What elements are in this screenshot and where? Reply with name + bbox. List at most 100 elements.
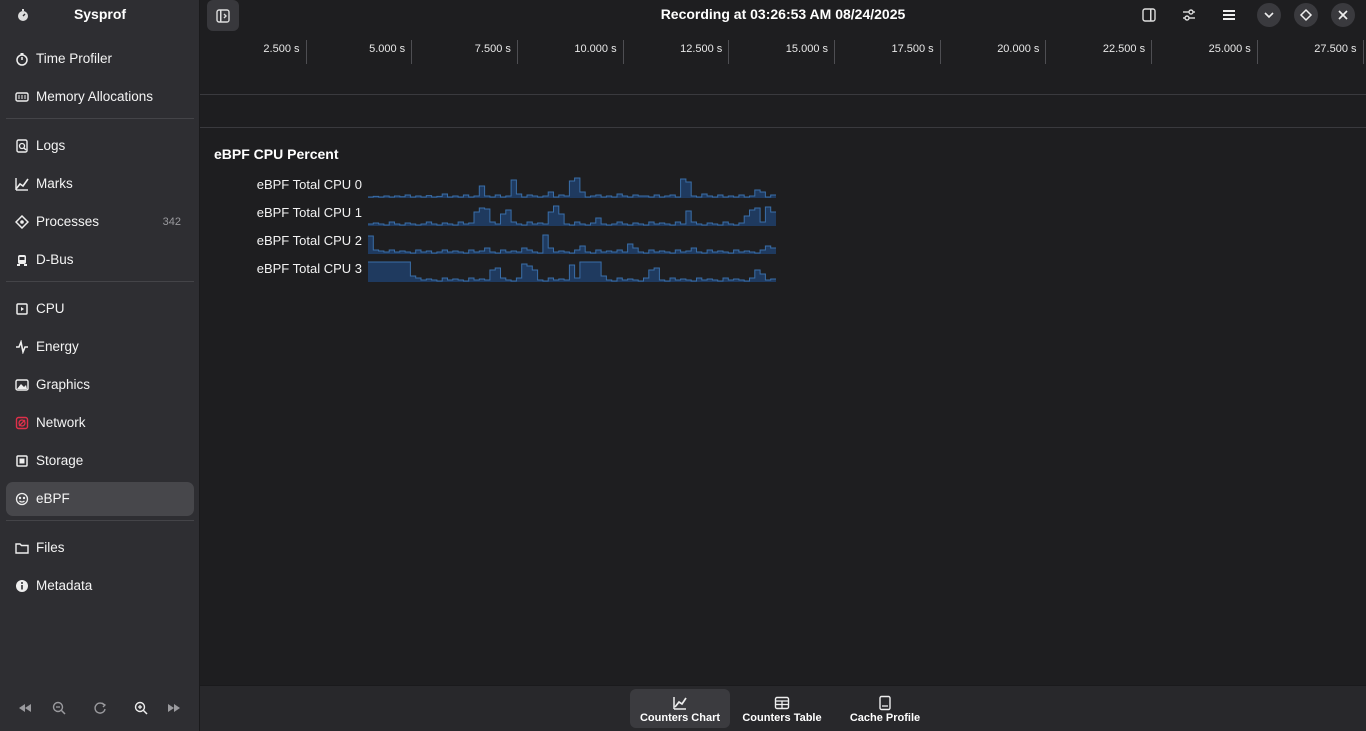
graphics-icon <box>15 378 29 392</box>
storage-icon <box>16 455 28 467</box>
series-label: eBPF Total CPU 0 <box>256 177 362 192</box>
processes-icon <box>15 215 29 229</box>
sidebar-separator <box>6 118 194 119</box>
sidebar-item-processes[interactable]: Processes 342 <box>6 205 194 239</box>
seek-backward-icon <box>19 704 31 712</box>
logs-icon <box>16 139 28 153</box>
network-icon <box>15 416 29 430</box>
ruler-tick-label: 7.500 s <box>474 43 511 55</box>
zoom-reset-button[interactable] <box>88 698 112 718</box>
close-icon <box>1338 10 1348 20</box>
sliders-icon <box>1183 9 1195 21</box>
sidebar-separator <box>6 520 194 521</box>
chart-icon <box>673 697 687 710</box>
main-area: Recording at 03:26:53 AM 08/24/2025 2.50… <box>200 0 1366 731</box>
sidebar-item-label: Energy <box>36 339 79 354</box>
view-label: Counters Table <box>742 712 822 724</box>
sidebar-item-energy[interactable]: Energy <box>6 330 194 364</box>
ruler-tick-label: 5.000 s <box>369 43 406 55</box>
close-button[interactable] <box>1331 3 1355 27</box>
zoom-controls <box>0 694 200 722</box>
memory-icon <box>15 90 29 104</box>
app-title: Sysprof <box>73 6 127 22</box>
sidebar-item-ebpf[interactable]: eBPF <box>6 482 194 516</box>
sidebar-item-d-bus[interactable]: D-Bus <box>6 243 194 277</box>
sidebar-item-files[interactable]: Files <box>6 531 194 565</box>
zoom-in-button[interactable] <box>129 698 153 718</box>
sidebar-item-label: Metadata <box>36 578 93 593</box>
stopwatch-icon <box>15 52 29 66</box>
sidebar-nav: Time Profiler Memory Allocations Logs Marks… <box>6 42 194 607</box>
ruler-tick <box>834 40 835 64</box>
sidebar-item-storage[interactable]: Storage <box>6 444 194 478</box>
sidebar-separator <box>6 281 194 282</box>
ruler-tick-label: 22.500 s <box>1102 43 1146 55</box>
table-icon <box>774 695 790 711</box>
view-counters-table-button[interactable]: Counters Table <box>735 689 829 728</box>
sidebar-item-graphics[interactable]: Graphics <box>6 368 194 402</box>
diamond-icon <box>1299 8 1313 22</box>
divider <box>200 127 1366 128</box>
item-count-badge: 342 <box>162 216 181 228</box>
sidebar-item-time-profiler[interactable]: Time Profiler <box>6 42 194 76</box>
ruler-tick-label: 20.000 s <box>997 43 1040 55</box>
marks-icon <box>15 178 29 191</box>
seek-backward-button[interactable] <box>13 698 37 718</box>
zoom-in-icon <box>134 701 148 715</box>
sidebar-item-label: Network <box>36 415 86 430</box>
hamburger-menu-icon <box>1223 10 1235 20</box>
processes-icon <box>15 215 29 229</box>
zoom-out-icon <box>52 701 66 715</box>
hamburger-menu-button[interactable] <box>1217 3 1241 27</box>
divider <box>200 94 1366 95</box>
logs-icon <box>15 139 29 153</box>
info-icon <box>16 580 28 592</box>
ruler-tick <box>728 40 730 64</box>
sidebar-item-marks[interactable]: Marks <box>6 167 194 201</box>
chart-icon <box>672 695 688 711</box>
energy-icon <box>15 340 29 354</box>
zoom-out-button[interactable] <box>47 698 71 718</box>
stopwatch-icon <box>16 53 28 66</box>
ruler-tick <box>622 40 624 64</box>
graphics-icon <box>15 379 29 391</box>
ruler-tick <box>1256 40 1258 64</box>
cpu-icon <box>16 303 28 315</box>
sidebar-item-label: D-Bus <box>36 252 74 267</box>
sliders-button[interactable] <box>1177 3 1201 27</box>
sidebar-right-button[interactable] <box>1137 3 1161 27</box>
ruler-tick <box>939 40 941 64</box>
cache-icon <box>877 695 893 711</box>
sidebar-item-label: Logs <box>36 138 66 153</box>
sidebar-item-metadata[interactable]: Metadata <box>6 569 194 603</box>
view-label: Cache Profile <box>849 712 921 724</box>
series-label: eBPF Total CPU 3 <box>256 261 362 276</box>
folder-icon <box>15 541 29 555</box>
sidebar-item-network[interactable]: Network <box>6 406 194 440</box>
sidebar-item-cpu[interactable]: CPU <box>6 292 194 326</box>
series-label: eBPF Total CPU 1 <box>256 205 362 220</box>
sidebar-item-logs[interactable]: Logs <box>6 129 194 163</box>
sidebar: Sysprof Time Profiler Memory Allocations L… <box>0 0 200 731</box>
ruler-tick <box>305 40 307 64</box>
diamond-button[interactable] <box>1294 3 1318 27</box>
sidebar-item-label: Memory Allocations <box>36 89 154 104</box>
series-line <box>368 205 776 226</box>
energy-icon <box>16 340 28 354</box>
header-bar: Recording at 03:26:53 AM 08/24/2025 <box>200 0 1366 31</box>
view-counters-chart-button[interactable]: Counters Chart <box>630 689 730 728</box>
time-ruler: 2.500 s 5.000 s 7.500 s 10.000 s 12.500 s 15.… <box>200 36 1366 64</box>
seek-forward-button[interactable] <box>162 698 186 718</box>
view-cache-profile-button[interactable]: Cache Profile <box>834 689 936 728</box>
zoom-reset-icon <box>94 702 107 714</box>
ruler-tick <box>1045 40 1047 64</box>
sidebar-item-memory-allocations[interactable]: Memory Allocations <box>6 80 194 114</box>
ruler-tick-label: 17.500 s <box>891 43 934 55</box>
chevron-down-button[interactable] <box>1257 3 1281 27</box>
view-label: Counters Chart <box>639 712 721 724</box>
cache-icon <box>879 695 891 711</box>
folder-icon <box>15 543 29 554</box>
seek-forward-icon <box>168 704 180 712</box>
marks-icon <box>15 177 29 191</box>
ebpf-icon <box>15 492 29 506</box>
